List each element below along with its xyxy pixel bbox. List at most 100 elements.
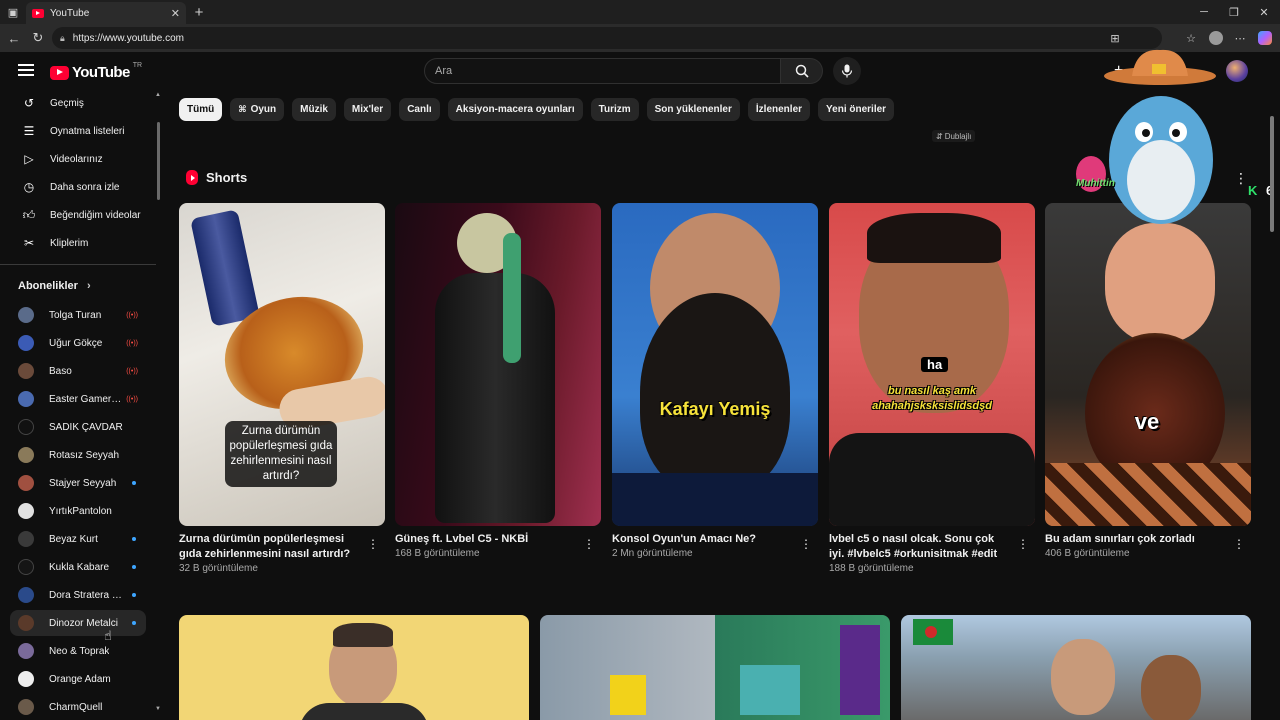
country-code: TR — [132, 62, 143, 69]
copilot-icon[interactable] — [1254, 26, 1276, 50]
chip-mixes[interactable]: Mix'ler — [343, 98, 392, 121]
scroll-down-icon[interactable]: ▼ — [155, 706, 161, 712]
new-tab-button[interactable]: + — [186, 4, 212, 21]
more-options-icon[interactable]: ⋮ — [1017, 537, 1029, 551]
thumbnail-caption: Kafayı Yemiş — [659, 399, 771, 419]
more-options-icon[interactable]: ⋮ — [800, 537, 812, 551]
sidebar-item-clips[interactable]: ✂ Kliplerim — [10, 230, 146, 256]
short-title[interactable]: Güneş ft. Lvbel C5 - NKBİ — [395, 532, 577, 547]
scroll-up-icon[interactable]: ▲ — [155, 92, 161, 98]
site-info-icon[interactable]: 🔒︎ — [60, 33, 65, 44]
short-title[interactable]: lvbel c5 o nasıl olcak. Sonu çok iyi. #l… — [829, 532, 1011, 562]
chip-all[interactable]: Tümü — [179, 98, 223, 121]
page-scrollbar[interactable] — [1270, 116, 1274, 232]
more-options-icon[interactable]: ⋮ — [367, 537, 379, 551]
sidebar-item-your-videos[interactable]: ▷ Videolarınız — [10, 146, 146, 172]
chip-new-to-you[interactable]: Yeni öneriler — [818, 98, 895, 121]
channel-avatar — [18, 447, 34, 463]
character-shape — [740, 665, 800, 715]
channel-avatar — [18, 503, 34, 519]
more-options-icon[interactable]: ⋮ — [583, 537, 595, 551]
live-icon: ((•)) — [126, 339, 138, 347]
short-title[interactable]: Zurna dürümün popülerleşmesi gıda zehirl… — [179, 532, 361, 562]
your-videos-icon: ▷ — [24, 152, 34, 166]
short-card[interactable]: Güneş ft. Lvbel C5 - NKBİ 168 B görüntül… — [395, 203, 601, 559]
search-button[interactable] — [781, 58, 823, 84]
channel-avatar — [18, 671, 34, 687]
more-options-icon[interactable]: ⋮ — [1233, 537, 1245, 551]
youtube-logo[interactable]: YouTube TR — [50, 62, 143, 81]
subscription-item[interactable]: Stajyer Seyyah — [10, 470, 146, 496]
chip-action-adventure[interactable]: Aksiyon-macera oyunları — [447, 98, 583, 121]
subscription-item[interactable]: Tolga Turan ((•)) — [10, 302, 146, 328]
new-content-dot — [132, 621, 136, 625]
face-shape — [1141, 655, 1201, 720]
short-title[interactable]: Bu adam sınırları çok zorladı — [1045, 532, 1227, 547]
channel-avatar — [18, 615, 34, 631]
subscription-item[interactable]: Rotasız Seyyah — [10, 442, 146, 468]
short-thumbnail[interactable]: Zurna dürümün popülerleşmesi gıda zehirl… — [179, 203, 385, 526]
short-thumbnail[interactable]: Kafayı Yemiş — [612, 203, 818, 526]
chip-recently-uploaded[interactable]: Son yüklenenler — [646, 98, 740, 121]
browser-menu-icon[interactable]: ⋯ — [1229, 26, 1251, 50]
maximize-window-icon[interactable]: ❐ — [1218, 0, 1250, 24]
chip-gaming[interactable]: ⌘ Oyun — [230, 98, 285, 121]
browser-tab-youtube[interactable]: YouTube ✕ — [26, 2, 186, 24]
subscription-item[interactable]: YırtıkPantolon — [10, 498, 146, 524]
short-card[interactable]: ve Bu adam sınırları çok zorladı 406 B g… — [1045, 203, 1251, 559]
close-tab-icon[interactable]: ✕ — [171, 7, 180, 20]
more-options-icon[interactable]: ⋮ — [1234, 170, 1248, 187]
subscriptions-heading[interactable]: Abonelikler › — [18, 280, 91, 292]
video-thumbnail[interactable] — [179, 615, 529, 720]
short-card[interactable]: Kafayı Yemiş Konsol Oyun'un Amacı Ne? 2 … — [612, 203, 818, 559]
subscription-item[interactable]: Neo & Toprak — [10, 638, 146, 664]
chip-watched[interactable]: İzlenenler — [747, 98, 811, 121]
playlists-icon: ☰ — [23, 124, 35, 138]
thumbnail-caption: ve — [1134, 409, 1160, 434]
short-thumbnail[interactable]: ve — [1045, 203, 1251, 526]
subscription-item[interactable]: SADIK ÇAVDAR — [10, 414, 146, 440]
short-thumbnail[interactable] — [395, 203, 601, 526]
subscription-item[interactable]: Easter GamersTv ((•)) — [10, 386, 146, 412]
short-thumbnail[interactable]: ha bu nasıl kaş amk ahahahjsksksislidsdş… — [829, 203, 1035, 526]
video-thumbnail[interactable] — [540, 615, 890, 720]
channel-name: Dinozor Metalci — [49, 617, 118, 629]
subscription-item[interactable]: Dinozor Metalci — [10, 610, 146, 636]
url-text: https://www.youtube.com — [72, 32, 184, 44]
sidebar-item-playlists[interactable]: ☰ Oynatma listeleri — [10, 118, 146, 144]
minimize-window-icon[interactable]: ─ — [1188, 0, 1220, 24]
refresh-icon[interactable]: ↻ — [26, 26, 50, 50]
search-icon — [795, 64, 809, 78]
sidebar-item-history[interactable]: ↺ Geçmiş — [10, 90, 146, 116]
new-content-dot — [132, 481, 136, 485]
back-icon[interactable]: ← — [2, 26, 26, 50]
tab-actions-icon[interactable]: ▣ — [0, 0, 26, 24]
subscription-item[interactable]: Uğur Gökçe ((•)) — [10, 330, 146, 356]
short-card[interactable]: ha bu nasıl kaş amk ahahahjsksksislidsdş… — [829, 203, 1035, 574]
subscription-item[interactable]: Baso ((•)) — [10, 358, 146, 384]
subscription-item[interactable]: Orange Adam — [10, 666, 146, 692]
chip-tourism[interactable]: Turizm — [590, 98, 639, 121]
subscription-item[interactable]: CharmQuell — [10, 694, 146, 720]
chip-live[interactable]: Canlı — [399, 98, 440, 121]
short-title[interactable]: Konsol Oyun'un Amacı Ne? — [612, 532, 794, 547]
close-window-icon[interactable]: ✕ — [1248, 0, 1280, 24]
channel-avatar — [18, 335, 34, 351]
video-thumbnail[interactable] — [901, 615, 1251, 720]
sidebar-item-watch-later[interactable]: ◷ Daha sonra izle — [10, 174, 146, 200]
sidebar-scrollbar[interactable] — [157, 122, 160, 200]
account-avatar[interactable] — [1226, 60, 1248, 82]
subscription-item[interactable]: Beyaz Kurt — [10, 526, 146, 552]
voice-search-button[interactable] — [833, 57, 861, 85]
menu-icon[interactable] — [18, 64, 34, 76]
chip-music[interactable]: Müzik — [292, 98, 336, 121]
sidebar-item-liked-videos[interactable]: 👍︎ Beğendiğim videolar — [10, 202, 146, 228]
search-input[interactable]: Ara — [424, 58, 781, 84]
short-card[interactable]: Zurna dürümün popülerleşmesi gıda zehirl… — [179, 203, 385, 574]
subscription-item[interactable]: Kukla Kabare — [10, 554, 146, 580]
url-field[interactable]: 🔒︎ https://www.youtube.com — [52, 27, 1162, 49]
subscription-item[interactable]: Dora Stratera Öz... — [10, 582, 146, 608]
board-shape — [1045, 463, 1251, 526]
hair-shape — [867, 213, 1001, 263]
channel-name: Stajyer Seyyah — [49, 477, 117, 489]
